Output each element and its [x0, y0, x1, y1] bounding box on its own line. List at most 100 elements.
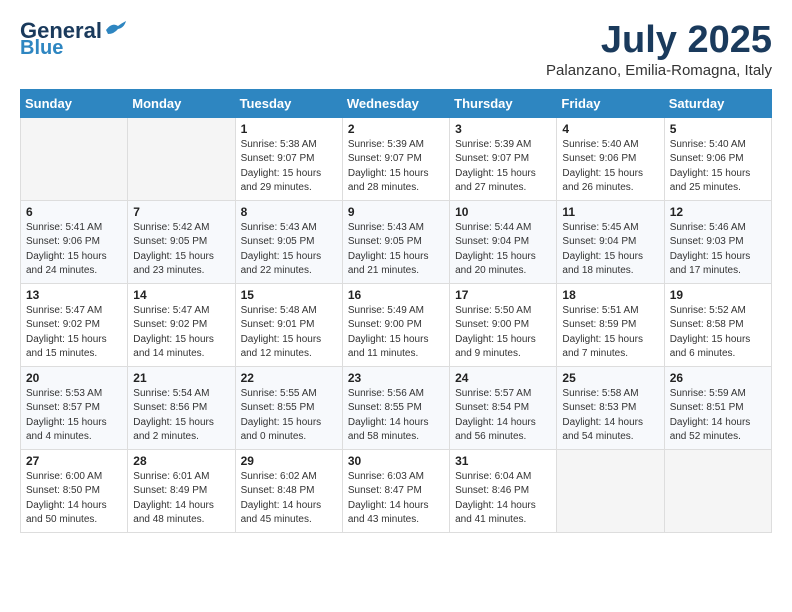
calendar-cell: 23Sunrise: 5:56 AMSunset: 8:55 PMDayligh… [342, 366, 449, 449]
day-number: 14 [133, 288, 229, 302]
day-info: Sunrise: 5:43 AMSunset: 9:05 PMDaylight:… [348, 221, 444, 279]
calendar-cell: 11Sunrise: 5:45 AMSunset: 9:04 PMDayligh… [557, 200, 664, 283]
calendar-cell: 14 Sunrise: 5:47 AMSunset: 9:02 PMDayligh… [128, 283, 235, 366]
weekday-header-friday: Friday [557, 89, 664, 117]
weekday-header-wednesday: Wednesday [342, 89, 449, 117]
day-number: 28 [133, 454, 229, 468]
day-number: 21 [133, 371, 229, 385]
calendar-cell: 24 Sunrise: 5:57 AMSunset: 8:54 PMDayligh… [450, 366, 557, 449]
day-info: Sunrise: 6:00 AMSunset: 8:50 PMDaylight:… [26, 470, 122, 528]
day-info: Sunrise: 5:51 AMSunset: 8:59 PMDaylight:… [562, 304, 658, 362]
calendar-cell: 27 Sunrise: 6:00 AMSunset: 8:50 PMDayligh… [21, 449, 128, 532]
calendar-cell: 13Sunrise: 5:47 AMSunset: 9:02 PMDayligh… [21, 283, 128, 366]
day-number: 10 [455, 205, 551, 219]
day-info: Sunrise: 5:54 AMSunset: 8:56 PMDaylight:… [133, 387, 229, 445]
calendar-cell: 31Sunrise: 6:04 AMSunset: 8:46 PMDayligh… [450, 449, 557, 532]
day-number: 30 [348, 454, 444, 468]
location-title: Palanzano, Emilia-Romagna, Italy [546, 62, 772, 79]
calendar-cell: 1 Sunrise: 5:38 AMSunset: 9:07 PMDaylight… [235, 117, 342, 200]
day-number: 12 [670, 205, 766, 219]
day-info: Sunrise: 5:49 AMSunset: 9:00 PMDaylight:… [348, 304, 444, 362]
day-number: 16 [348, 288, 444, 302]
weekday-header-row: SundayMondayTuesdayWednesdayThursdayFrid… [21, 89, 772, 117]
calendar-cell: 5Sunrise: 5:40 AMSunset: 9:06 PMDaylight… [664, 117, 771, 200]
day-number: 5 [670, 122, 766, 136]
day-number: 25 [562, 371, 658, 385]
day-info: Sunrise: 5:50 AMSunset: 9:00 PMDaylight:… [455, 304, 551, 362]
day-info: Sunrise: 5:44 AMSunset: 9:04 PMDaylight:… [455, 221, 551, 279]
calendar-cell: 4 Sunrise: 5:40 AMSunset: 9:06 PMDaylight… [557, 117, 664, 200]
title-area: July 2025 Palanzano, Emilia-Romagna, Ita… [546, 20, 772, 79]
day-number: 31 [455, 454, 551, 468]
calendar-cell [557, 449, 664, 532]
calendar-week-row: 27 Sunrise: 6:00 AMSunset: 8:50 PMDayligh… [21, 449, 772, 532]
day-number: 27 [26, 454, 122, 468]
day-number: 19 [670, 288, 766, 302]
day-info: Sunrise: 5:47 AMSunset: 9:02 PMDaylight:… [133, 304, 229, 362]
calendar-cell: 22 Sunrise: 5:55 AMSunset: 8:55 PMDayligh… [235, 366, 342, 449]
calendar-cell: 3Sunrise: 5:39 AMSunset: 9:07 PMDaylight… [450, 117, 557, 200]
day-info: Sunrise: 5:47 AMSunset: 9:02 PMDaylight:… [26, 304, 122, 362]
day-info: Sunrise: 5:48 AMSunset: 9:01 PMDaylight:… [241, 304, 337, 362]
calendar-week-row: 1 Sunrise: 5:38 AMSunset: 9:07 PMDaylight… [21, 117, 772, 200]
day-number: 26 [670, 371, 766, 385]
calendar-table: SundayMondayTuesdayWednesdayThursdayFrid… [20, 89, 772, 533]
day-info: Sunrise: 5:59 AMSunset: 8:51 PMDaylight:… [670, 387, 766, 445]
calendar-cell: 9Sunrise: 5:43 AMSunset: 9:05 PMDaylight… [342, 200, 449, 283]
day-number: 15 [241, 288, 337, 302]
day-number: 20 [26, 371, 122, 385]
weekday-header-thursday: Thursday [450, 89, 557, 117]
logo-blue: Blue [20, 38, 63, 58]
calendar-cell: 7Sunrise: 5:42 AMSunset: 9:05 PMDaylight… [128, 200, 235, 283]
calendar-cell [664, 449, 771, 532]
calendar-cell: 16 Sunrise: 5:49 AMSunset: 9:00 PMDayligh… [342, 283, 449, 366]
calendar-cell: 12 Sunrise: 5:46 AMSunset: 9:03 PMDayligh… [664, 200, 771, 283]
day-number: 7 [133, 205, 229, 219]
day-number: 1 [241, 122, 337, 136]
logo: General Blue [20, 20, 126, 58]
day-number: 11 [562, 205, 658, 219]
calendar-cell: 30 Sunrise: 6:03 AMSunset: 8:47 PMDayligh… [342, 449, 449, 532]
day-info: Sunrise: 6:01 AMSunset: 8:49 PMDaylight:… [133, 470, 229, 528]
day-number: 4 [562, 122, 658, 136]
calendar-cell: 6 Sunrise: 5:41 AMSunset: 9:06 PMDaylight… [21, 200, 128, 283]
calendar-cell: 20 Sunrise: 5:53 AMSunset: 8:57 PMDayligh… [21, 366, 128, 449]
calendar-cell: 19 Sunrise: 5:52 AMSunset: 8:58 PMDayligh… [664, 283, 771, 366]
calendar-cell: 8 Sunrise: 5:43 AMSunset: 9:05 PMDaylight… [235, 200, 342, 283]
day-info: Sunrise: 5:52 AMSunset: 8:58 PMDaylight:… [670, 304, 766, 362]
day-info: Sunrise: 5:41 AMSunset: 9:06 PMDaylight:… [26, 221, 122, 279]
weekday-header-sunday: Sunday [21, 89, 128, 117]
day-info: Sunrise: 5:40 AMSunset: 9:06 PMDaylight:… [562, 138, 658, 196]
calendar-cell: 10 Sunrise: 5:44 AMSunset: 9:04 PMDayligh… [450, 200, 557, 283]
weekday-header-tuesday: Tuesday [235, 89, 342, 117]
calendar-week-row: 13Sunrise: 5:47 AMSunset: 9:02 PMDayligh… [21, 283, 772, 366]
calendar-cell: 21 Sunrise: 5:54 AMSunset: 8:56 PMDayligh… [128, 366, 235, 449]
day-info: Sunrise: 6:02 AMSunset: 8:48 PMDaylight:… [241, 470, 337, 528]
calendar-week-row: 6 Sunrise: 5:41 AMSunset: 9:06 PMDaylight… [21, 200, 772, 283]
month-title: July 2025 [546, 20, 772, 62]
day-info: Sunrise: 5:39 AMSunset: 9:07 PMDaylight:… [348, 138, 444, 196]
weekday-header-monday: Monday [128, 89, 235, 117]
day-number: 22 [241, 371, 337, 385]
day-number: 29 [241, 454, 337, 468]
day-info: Sunrise: 5:57 AMSunset: 8:54 PMDaylight:… [455, 387, 551, 445]
header: General Blue July 2025 Palanzano, Emilia… [20, 20, 772, 79]
calendar-cell: 29 Sunrise: 6:02 AMSunset: 8:48 PMDayligh… [235, 449, 342, 532]
calendar-week-row: 20 Sunrise: 5:53 AMSunset: 8:57 PMDayligh… [21, 366, 772, 449]
day-number: 6 [26, 205, 122, 219]
day-number: 8 [241, 205, 337, 219]
day-info: Sunrise: 5:55 AMSunset: 8:55 PMDaylight:… [241, 387, 337, 445]
day-info: Sunrise: 5:43 AMSunset: 9:05 PMDaylight:… [241, 221, 337, 279]
day-info: Sunrise: 5:56 AMSunset: 8:55 PMDaylight:… [348, 387, 444, 445]
calendar-cell: 25Sunrise: 5:58 AMSunset: 8:53 PMDayligh… [557, 366, 664, 449]
day-info: Sunrise: 5:53 AMSunset: 8:57 PMDaylight:… [26, 387, 122, 445]
day-info: Sunrise: 5:46 AMSunset: 9:03 PMDaylight:… [670, 221, 766, 279]
calendar-cell [21, 117, 128, 200]
day-number: 24 [455, 371, 551, 385]
calendar-cell [128, 117, 235, 200]
day-number: 3 [455, 122, 551, 136]
day-info: Sunrise: 6:03 AMSunset: 8:47 PMDaylight:… [348, 470, 444, 528]
day-info: Sunrise: 5:38 AMSunset: 9:07 PMDaylight:… [241, 138, 337, 196]
calendar-cell: 26 Sunrise: 5:59 AMSunset: 8:51 PMDayligh… [664, 366, 771, 449]
calendar-cell: 2Sunrise: 5:39 AMSunset: 9:07 PMDaylight… [342, 117, 449, 200]
